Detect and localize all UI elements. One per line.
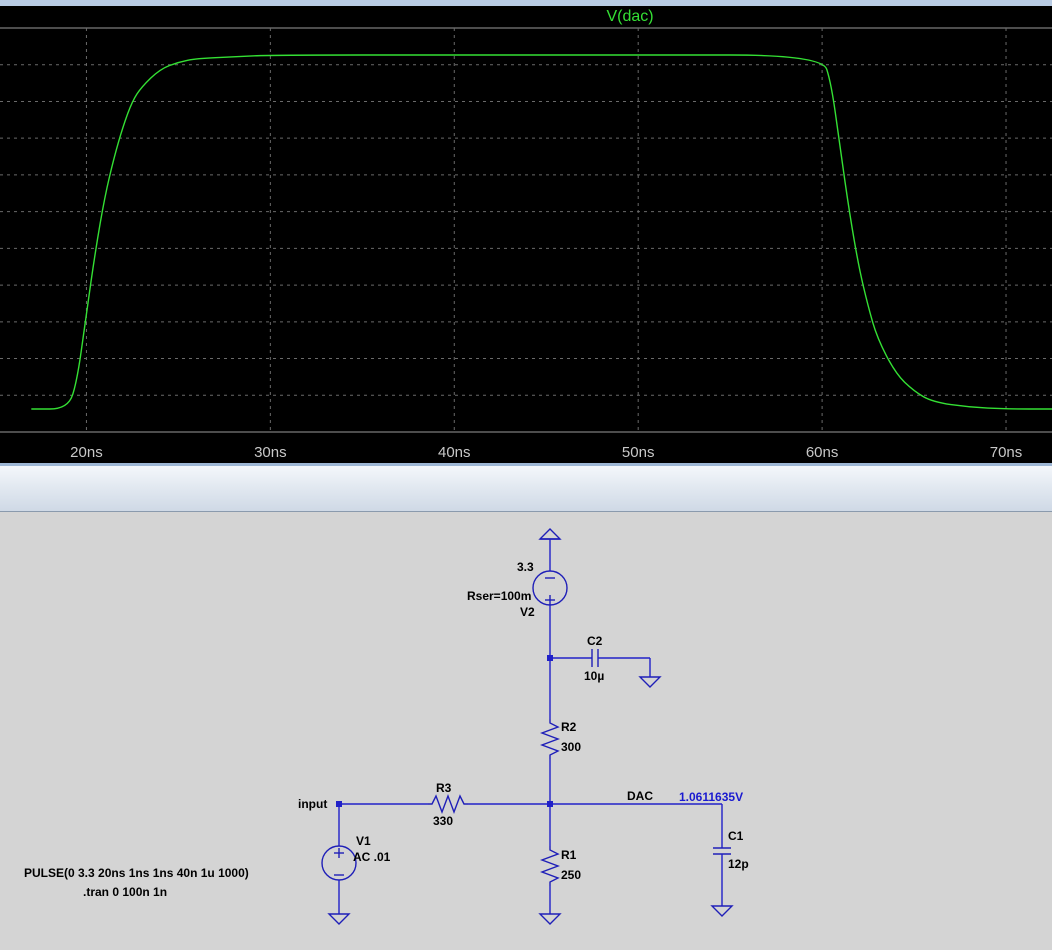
v1-ac[interactable]: AC .01 (353, 850, 391, 864)
r2-value[interactable]: 300 (561, 740, 581, 754)
ground-icon (638, 676, 662, 688)
schematic-canvas[interactable]: 3.3 Rser=100m V2 C2 10µ R2 300 DAC 1.061… (0, 512, 1052, 950)
c1-value[interactable]: 12p (728, 857, 749, 871)
capacitor-c2[interactable] (591, 649, 599, 667)
voltage-source-v1[interactable] (321, 845, 357, 881)
x-tick-label: 20ns (70, 444, 103, 461)
waveform-plot[interactable]: V(dac) 20ns 30ns 40ns 50ns 60ns 70ns (0, 0, 1052, 466)
supply-flag-icon (538, 528, 562, 540)
tran-directive[interactable]: .tran 0 100n 1n (83, 885, 167, 899)
resistor-r3[interactable] (428, 794, 468, 814)
x-tick-label: 70ns (990, 444, 1023, 461)
r3-value[interactable]: 330 (433, 814, 453, 828)
net-label-dac[interactable]: DAC (627, 789, 653, 803)
trace-vdac (31, 54, 1052, 410)
x-tick-label: 30ns (254, 444, 287, 461)
r1-value[interactable]: 250 (561, 868, 581, 882)
x-axis-ticks: 20ns 30ns 40ns 50ns 60ns 70ns (70, 444, 1022, 461)
net-label-input[interactable]: input (298, 797, 327, 811)
v1-name[interactable]: V1 (356, 834, 371, 848)
waveform-viewer[interactable]: V(dac) 20ns 30ns 40ns 50ns 60ns 70ns (0, 0, 1052, 466)
c1-name[interactable]: C1 (728, 829, 744, 843)
ground-icon (710, 905, 734, 917)
plot-grid (0, 27, 1052, 433)
voltage-source-v2[interactable] (532, 570, 568, 606)
c2-name[interactable]: C2 (587, 634, 603, 648)
v2-name[interactable]: V2 (520, 605, 535, 619)
pulse-directive[interactable]: PULSE(0 3.3 20ns 1ns 1ns 40n 1u 1000) (24, 866, 249, 880)
ground-icon (538, 913, 562, 925)
schematic-editor[interactable]: 3.3 Rser=100m V2 C2 10µ R2 300 DAC 1.061… (0, 512, 1052, 950)
resistor-r1[interactable] (540, 846, 560, 886)
resistor-r2[interactable] (540, 719, 560, 759)
v2-rser[interactable]: Rser=100m (467, 589, 531, 603)
pane-splitter[interactable] (0, 466, 1052, 512)
trace-name[interactable]: V(dac) (606, 8, 653, 25)
v2-value[interactable]: 3.3 (517, 560, 534, 574)
x-tick-label: 60ns (806, 444, 839, 461)
x-tick-label: 40ns (438, 444, 471, 461)
capacitor-c1[interactable] (713, 847, 731, 855)
ground-icon (327, 913, 351, 925)
x-tick-label: 50ns (622, 444, 655, 461)
r2-name[interactable]: R2 (561, 720, 577, 734)
c2-value[interactable]: 10µ (584, 669, 604, 683)
r3-name[interactable]: R3 (436, 781, 452, 795)
dac-voltage-readout[interactable]: 1.0611635V (679, 790, 743, 804)
r1-name[interactable]: R1 (561, 848, 577, 862)
